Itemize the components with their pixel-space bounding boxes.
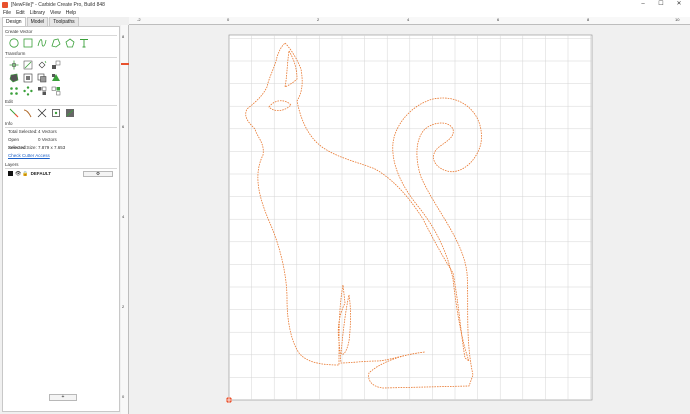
- menu-edit[interactable]: Edit: [16, 10, 25, 16]
- window-controls: – ☐ ✕: [634, 0, 688, 9]
- ruler-label: 4: [407, 17, 410, 22]
- layer-name: DEFAULT: [30, 171, 52, 176]
- circle-icon[interactable]: [9, 37, 19, 48]
- ruler-label: 8: [122, 34, 125, 39]
- menu-library[interactable]: Library: [30, 10, 45, 16]
- ruler-label: 0: [227, 17, 230, 22]
- tab-model[interactable]: Model: [26, 17, 49, 26]
- circular-array-icon[interactable]: [23, 85, 33, 96]
- info-selected-size: Selected Size: 7.879 x 7.653: [8, 145, 66, 150]
- info-open-selected: Open Selected: 0 Vectors: [8, 137, 57, 150]
- gear-icon: ⚙: [95, 170, 101, 176]
- node-edit-icon[interactable]: [9, 108, 19, 118]
- ruler-label: 0: [122, 394, 125, 399]
- ruler-label: 6: [122, 124, 125, 129]
- app-logo-icon: [2, 1, 8, 8]
- menu-bar: File Edit Library View Help: [0, 9, 690, 17]
- edit-toolbar: [9, 106, 119, 119]
- cut-icon[interactable]: [37, 108, 47, 118]
- eye-icon[interactable]: 👁: [15, 171, 21, 177]
- close-button[interactable]: ✕: [670, 0, 688, 9]
- pentagon-icon[interactable]: [65, 38, 75, 48]
- ruler-label: 4: [122, 214, 125, 219]
- tab-toolpaths[interactable]: Toolpaths: [49, 17, 79, 26]
- ruler-label: 6: [497, 17, 500, 22]
- transform-toolbar-row-1: [9, 58, 119, 71]
- ruler-label: -2: [137, 17, 141, 22]
- ruler-label: 8: [587, 17, 590, 22]
- canvas-area: -2 0 2 4 6 8 10 8 6 4 2 0: [121, 17, 690, 414]
- layer-settings-button[interactable]: ⚙: [83, 170, 113, 177]
- left-ruler: 8 6 4 2 0: [121, 25, 129, 414]
- align-icon[interactable]: [23, 73, 33, 83]
- ruler-label: 2: [122, 304, 125, 309]
- layer-color-swatch[interactable]: [8, 171, 13, 176]
- smooth-icon[interactable]: [65, 108, 75, 118]
- panel-body: Create Vector Transform Edit Info Total …: [2, 26, 120, 412]
- tab-design[interactable]: Design: [2, 17, 26, 26]
- design-panel: Design Model Toolpaths Create Vector Tra…: [2, 17, 120, 412]
- weld-icon[interactable]: [51, 73, 61, 83]
- transform-toolbar-row-2: [9, 71, 119, 84]
- check-cutter-access-link[interactable]: Check Cutter Access: [8, 152, 119, 160]
- design-canvas[interactable]: [129, 25, 690, 414]
- create-vector-toolbar: [9, 36, 119, 49]
- panel-tabs: Design Model Toolpaths: [2, 17, 120, 26]
- square-icon[interactable]: [23, 38, 33, 48]
- window-title: [NewFile]* - Carbide Create Pro, Build 8…: [11, 1, 105, 8]
- menu-file[interactable]: File: [3, 10, 11, 16]
- top-ruler: -2 0 2 4 6 8 10: [129, 17, 690, 25]
- mirror-icon[interactable]: [51, 60, 61, 70]
- text-icon[interactable]: [79, 38, 89, 48]
- menu-help[interactable]: Help: [66, 10, 76, 16]
- ruler-label: 10: [675, 17, 680, 22]
- boolean-icon[interactable]: [37, 73, 47, 83]
- move-icon[interactable]: [9, 60, 19, 70]
- curve-icon[interactable]: [37, 38, 47, 48]
- lock-icon[interactable]: 🔒: [22, 171, 28, 177]
- menu-view[interactable]: View: [50, 10, 61, 16]
- ungroup-icon[interactable]: [51, 86, 61, 96]
- transform-toolbar-row-3: [9, 84, 119, 97]
- group-icon[interactable]: [37, 86, 47, 96]
- ruler-marker: [121, 63, 129, 65]
- minimize-button[interactable]: –: [634, 0, 652, 9]
- trim-icon[interactable]: [23, 108, 33, 118]
- rotate-icon[interactable]: [37, 60, 47, 70]
- ruler-label: 2: [317, 17, 320, 22]
- array-icon[interactable]: [9, 86, 19, 96]
- title-bar: [NewFile]* - Carbide Create Pro, Build 8…: [0, 0, 690, 9]
- maximize-button[interactable]: ☐: [652, 0, 670, 9]
- stock-area: [228, 34, 593, 401]
- polygon-icon[interactable]: [51, 38, 61, 48]
- offset-icon[interactable]: [9, 73, 19, 83]
- scale-icon[interactable]: [23, 60, 33, 70]
- join-icon[interactable]: [51, 108, 61, 118]
- info-total-selected: Total Selected: 4 Vectors: [8, 129, 57, 134]
- add-layer-button[interactable]: +: [49, 394, 77, 401]
- layer-row[interactable]: 👁 🔒 DEFAULT ⚙: [8, 169, 119, 178]
